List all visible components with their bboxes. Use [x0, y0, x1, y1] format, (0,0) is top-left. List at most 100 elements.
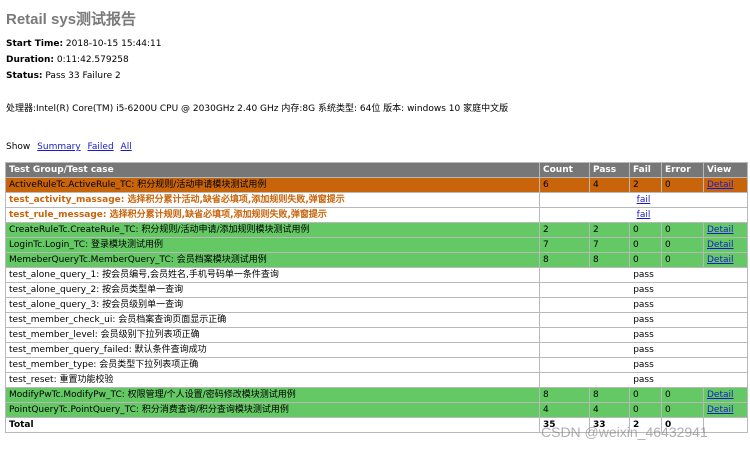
start-time: Start Time: 2018-10-15 15:44:11	[6, 39, 162, 49]
test-group-row: PointQueryTc.PointQuery_TC: 积分消费查询/积分查询模…	[5, 402, 748, 418]
total-row: Total 35 33 2 0	[5, 417, 748, 433]
show-failed-link[interactable]: Failed	[88, 142, 114, 152]
start-time-value: 2018-10-15 15:44:11	[65, 39, 162, 49]
group-view: Detail	[703, 237, 748, 253]
group-pass: 2	[589, 222, 630, 238]
case-result: pass	[539, 282, 748, 298]
fail-link[interactable]: fail	[637, 195, 651, 205]
case-name: test_member_type: 会员类型下拉列表项正确	[5, 357, 540, 373]
group-view: Detail	[703, 252, 748, 268]
test-case-row: test_reset: 重置功能校验 pass	[5, 372, 748, 388]
detail-link[interactable]: Detail	[707, 225, 734, 235]
group-fail: 0	[629, 252, 662, 268]
case-result: pass	[539, 312, 748, 328]
group-name: ActiveRuleTc.ActiveRule_TC: 积分规则/活动申请模块测…	[5, 177, 540, 193]
group-error: 0	[661, 177, 704, 193]
group-pass: 8	[589, 387, 630, 403]
group-fail: 0	[629, 237, 662, 253]
detail-link[interactable]: Detail	[707, 255, 734, 265]
group-name: PointQueryTc.PointQuery_TC: 积分消费查询/积分查询模…	[5, 402, 540, 418]
case-result: fail	[539, 207, 748, 223]
case-name: test_alone_query_2: 按会员类型单一查询	[5, 282, 540, 298]
group-name: ModifyPwTc.ModifyPw_TC: 权限管理/个人设置/密码修改模块…	[5, 387, 540, 403]
case-name: test_alone_query_3: 按会员级别单一查询	[5, 297, 540, 313]
total-pass: 33	[589, 417, 630, 433]
table-header-row: Test Group/Test case Count Pass Fail Err…	[5, 162, 748, 178]
group-view: Detail	[703, 177, 748, 193]
report-title: Retail sys测试报告	[6, 11, 137, 28]
group-count: 4	[539, 402, 590, 418]
case-result: pass	[539, 372, 748, 388]
status: Status: Pass 33 Failure 2	[6, 71, 121, 81]
test-group-row: LoginTc.Login_TC: 登录模块测试用例 7 7 0 0 Detail	[5, 237, 748, 253]
group-error: 0	[661, 387, 704, 403]
show-all-link[interactable]: All	[121, 142, 132, 152]
case-name: test_alone_query_1: 按会员编号,会员姓名,手机号码单一条件查…	[5, 267, 540, 283]
test-case-row: test_member_check_ui: 会员档案查询页面显示正确 pass	[5, 312, 748, 328]
total-label: Total	[5, 417, 540, 433]
group-name: MemeberQueryTc.MemberQuery_TC: 会员档案模块测试用…	[5, 252, 540, 268]
header-error: Error	[661, 162, 704, 178]
detail-link[interactable]: Detail	[707, 180, 734, 190]
group-count: 2	[539, 222, 590, 238]
header-pass: Pass	[589, 162, 630, 178]
group-fail: 0	[629, 222, 662, 238]
case-result: pass	[539, 327, 748, 343]
duration-value: 0:11:42.579258	[56, 55, 129, 65]
group-pass: 4	[589, 177, 630, 193]
status-label: Status:	[6, 71, 43, 81]
group-name: CreateRuleTc.CreateRule_TC: 积分规则/活动申请/添加…	[5, 222, 540, 238]
fail-link[interactable]: fail	[637, 210, 651, 220]
group-name: LoginTc.Login_TC: 登录模块测试用例	[5, 237, 540, 253]
group-view: Detail	[703, 387, 748, 403]
header-count: Count	[539, 162, 590, 178]
group-count: 8	[539, 252, 590, 268]
show-filter-bar: Show Summary Failed All	[6, 142, 132, 152]
case-result: pass	[539, 297, 748, 313]
case-result: pass	[539, 267, 748, 283]
start-time-label: Start Time:	[6, 39, 64, 49]
test-case-row: test_member_type: 会员类型下拉列表项正确 pass	[5, 357, 748, 373]
detail-link[interactable]: Detail	[707, 405, 734, 415]
total-error: 0	[661, 417, 704, 433]
group-fail: 0	[629, 402, 662, 418]
case-name: test_member_query_failed: 默认条件查询成功	[5, 342, 540, 358]
group-pass: 8	[589, 252, 630, 268]
case-name: test_activity_massage: 选择积分累计活动,缺省必填项,添加…	[5, 192, 540, 208]
group-error: 0	[661, 222, 704, 238]
group-pass: 4	[589, 402, 630, 418]
case-name: test_rule_message: 选择积分累计规则,缺省必填项,添加规则失败…	[5, 207, 540, 223]
result-table: Test Group/Test case Count Pass Fail Err…	[5, 162, 748, 433]
show-label: Show	[6, 142, 31, 152]
group-count: 8	[539, 387, 590, 403]
test-group-row: MemeberQueryTc.MemberQuery_TC: 会员档案模块测试用…	[5, 252, 748, 268]
case-name: test_member_level: 会员级别下拉列表项正确	[5, 327, 540, 343]
test-group-row: CreateRuleTc.CreateRule_TC: 积分规则/活动申请/添加…	[5, 222, 748, 238]
total-view	[703, 417, 748, 433]
test-case-row: test_member_query_failed: 默认条件查询成功 pass	[5, 342, 748, 358]
header-test-group: Test Group/Test case	[5, 162, 540, 178]
show-summary-link[interactable]: Summary	[37, 142, 81, 152]
case-name: test_reset: 重置功能校验	[5, 372, 540, 388]
test-case-row: test_rule_message: 选择积分累计规则,缺省必填项,添加规则失败…	[5, 207, 748, 223]
test-group-row: ModifyPwTc.ModifyPw_TC: 权限管理/个人设置/密码修改模块…	[5, 387, 748, 403]
total-fail: 2	[629, 417, 662, 433]
detail-link[interactable]: Detail	[707, 390, 734, 400]
test-group-row: ActiveRuleTc.ActiveRule_TC: 积分规则/活动申请模块测…	[5, 177, 748, 193]
test-case-row: test_member_level: 会员级别下拉列表项正确 pass	[5, 327, 748, 343]
detail-link[interactable]: Detail	[707, 240, 734, 250]
system-info: 处理器:Intel(R) Core(TM) i5-6200U CPU @ 203…	[6, 104, 509, 114]
test-case-row: test_alone_query_1: 按会员编号,会员姓名,手机号码单一条件查…	[5, 267, 748, 283]
group-error: 0	[661, 237, 704, 253]
total-count: 35	[539, 417, 590, 433]
status-value: Pass 33 Failure 2	[45, 71, 121, 81]
group-pass: 7	[589, 237, 630, 253]
group-count: 7	[539, 237, 590, 253]
group-error: 0	[661, 402, 704, 418]
test-case-row: test_alone_query_2: 按会员类型单一查询 pass	[5, 282, 748, 298]
case-result: pass	[539, 342, 748, 358]
case-result: fail	[539, 192, 748, 208]
group-view: Detail	[703, 402, 748, 418]
test-case-row: test_activity_massage: 选择积分累计活动,缺省必填项,添加…	[5, 192, 748, 208]
group-view: Detail	[703, 222, 748, 238]
